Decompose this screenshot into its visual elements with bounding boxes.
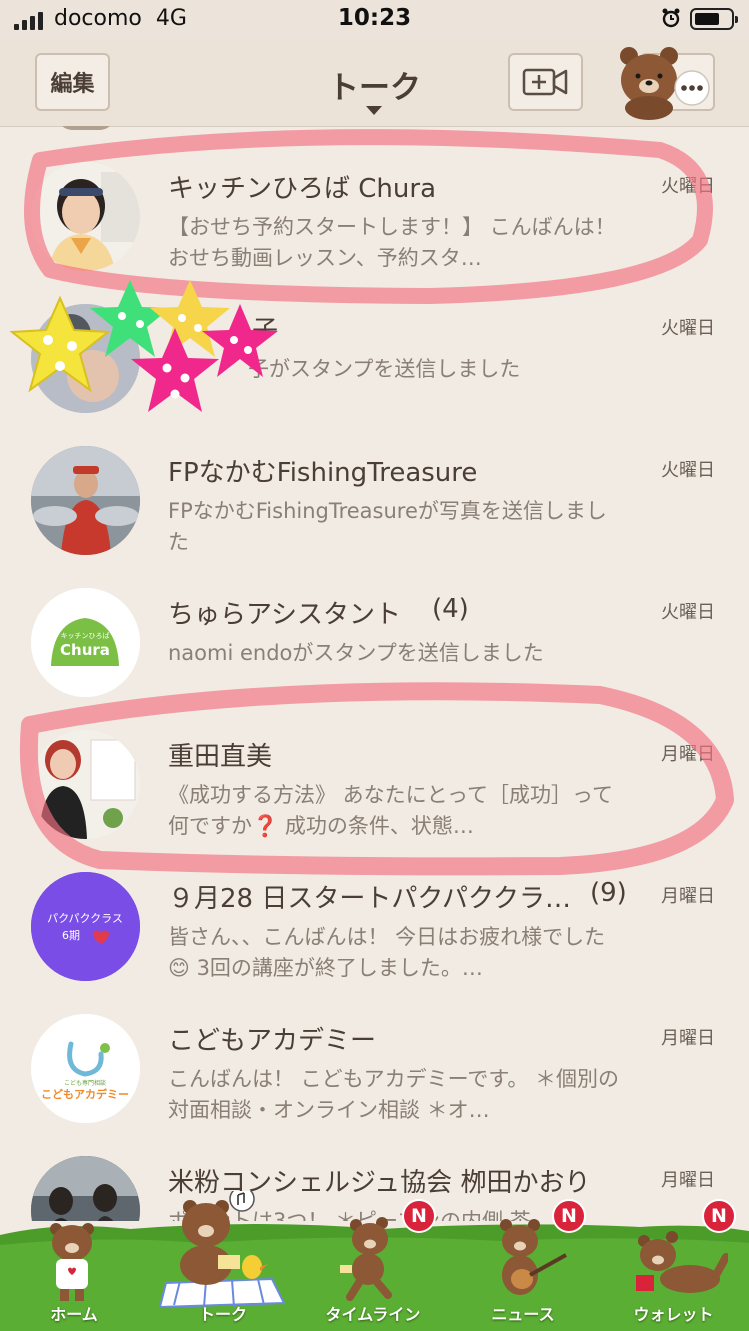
person-photo-icon bbox=[31, 446, 140, 555]
battery-icon bbox=[690, 8, 738, 30]
chura-logo-subtext: キッチンひろば bbox=[61, 631, 110, 640]
academy-logo-icon: こども専門相談 こどもアカデミー bbox=[31, 1014, 140, 1123]
chat-name: こどもアカデミー bbox=[168, 1026, 377, 1056]
group-logo-text: パクパククラス bbox=[47, 912, 123, 925]
chat-name: 重田直美 bbox=[168, 742, 273, 772]
tab-timeline[interactable]: N タイムライン bbox=[298, 1199, 448, 1331]
chat-preview: こんばんは！ こどもアカデミーです。 ＊個別の対面相談・オンライン相談 ＊オ… bbox=[168, 1067, 619, 1122]
bear-running-icon bbox=[340, 1217, 392, 1301]
new-video-call-button[interactable] bbox=[508, 53, 583, 111]
bear-home-icon bbox=[50, 1223, 94, 1301]
chat-name: ちゅらアシスタント bbox=[168, 600, 401, 630]
chat-preview: 子がスタンプを送信しました bbox=[248, 357, 521, 381]
chat-name: FPなかむFishingTreasure bbox=[168, 458, 478, 488]
chat-list[interactable]: キッチンひろば Chura 火曜日 【おせち予約スタートします！】 こんばんは！… bbox=[0, 126, 749, 1221]
person-photo-icon bbox=[31, 304, 140, 413]
chat-avatar: パクパククラス 6期 bbox=[31, 872, 140, 981]
chat-row[interactable]: 子 火曜日 子がスタンプを送信しました bbox=[0, 282, 749, 424]
network-type: 4G bbox=[155, 6, 187, 31]
bear-picnic-icon bbox=[160, 1191, 286, 1307]
chat-name: 子 bbox=[252, 316, 279, 346]
chat-row[interactable]: こども専門相談 こどもアカデミー こどもアカデミー 月曜日 こんばんは！ こども… bbox=[0, 992, 749, 1134]
title-dropdown-icon[interactable] bbox=[366, 106, 382, 115]
chat-date: 月曜日 bbox=[661, 1170, 715, 1191]
chat-row[interactable]: パクパククラス 6期 ９月28 日スタートパクパククラ… (9) 月曜日 皆さん… bbox=[0, 850, 749, 992]
unread-count: (4) bbox=[432, 594, 469, 624]
chat-date: 火曜日 bbox=[661, 176, 715, 197]
chat-name: ９月28 日スタートパクパククラ… bbox=[168, 884, 572, 914]
chat-preview: 【おせち予約スタートします！】 こんばんは！ おせち動画レッスン、予約スタ… bbox=[168, 215, 616, 270]
chat-avatar bbox=[31, 446, 140, 555]
chat-preview: 《成功する方法》 あなたにとって［成功］って何ですか❓ 成功の条件、状態… bbox=[168, 783, 613, 838]
chat-name: キッチンひろば Chura bbox=[168, 174, 436, 204]
person-photo-icon bbox=[31, 1156, 140, 1221]
brown-bear-icon bbox=[620, 47, 710, 120]
chat-date: 火曜日 bbox=[661, 602, 715, 623]
chat-avatar bbox=[31, 730, 140, 839]
chat-date: 火曜日 bbox=[661, 460, 715, 481]
tab-home[interactable]: ホーム bbox=[0, 1221, 148, 1331]
chura-logo-text: Chura bbox=[60, 641, 110, 659]
group-logo-subtext: 6期 bbox=[62, 929, 80, 942]
tab-bar: ホーム トーク N タイムライン N ニュース N ウォレット bbox=[0, 1191, 749, 1331]
group-logo-icon: パクパククラス 6期 bbox=[31, 872, 140, 981]
chat-row[interactable]: FPなかむFishingTreasure 火曜日 FPなかむFishingTre… bbox=[0, 424, 749, 566]
tab-news[interactable]: N ニュース bbox=[448, 1199, 598, 1331]
chat-avatar bbox=[31, 304, 140, 413]
tab-label: トーク bbox=[198, 1305, 247, 1324]
academy-logo-text: こどもアカデミー bbox=[41, 1087, 129, 1101]
carrier-label: docomo 4G bbox=[54, 6, 187, 31]
chat-date: 火曜日 bbox=[661, 318, 715, 339]
chat-avatar bbox=[31, 1156, 140, 1221]
unread-count: (9) bbox=[590, 878, 627, 908]
chat-date: 月曜日 bbox=[661, 886, 715, 907]
bear-lying-icon bbox=[636, 1231, 728, 1293]
status-bar: docomo 4G 10:23 bbox=[0, 0, 749, 40]
chat-avatar: Chura キッチンひろば bbox=[31, 588, 140, 697]
tab-label: ニュース bbox=[491, 1305, 555, 1324]
tab-label: ウォレット bbox=[633, 1305, 714, 1324]
previous-chat-avatar-edge bbox=[58, 126, 114, 130]
chat-preview: naomi endoがスタンプを送信しました bbox=[168, 641, 544, 665]
person-photo-icon bbox=[31, 162, 140, 271]
video-plus-icon bbox=[522, 68, 568, 96]
chat-preview: 皆さん、、こんばんは！ 今日はお疲れ様でした😊 3回の講座が終了しました。… bbox=[168, 925, 606, 980]
edit-button[interactable]: 編集 bbox=[35, 53, 110, 111]
new-badge: N bbox=[402, 1199, 436, 1233]
academy-logo-subtext: こども専門相談 bbox=[64, 1079, 106, 1087]
alarm-icon bbox=[662, 8, 680, 28]
new-badge: N bbox=[702, 1199, 736, 1233]
carrier-name: docomo bbox=[54, 6, 142, 31]
tab-label: ホーム bbox=[50, 1305, 98, 1324]
chat-row[interactable]: 米粉コンシェルジュ協会 栁田かおり 月曜日 ポイントは3つ！ ＊ピーマンの内側 … bbox=[0, 1134, 749, 1221]
tab-label: タイムライン bbox=[325, 1305, 421, 1324]
tab-wallet[interactable]: N ウォレット bbox=[598, 1199, 749, 1331]
chat-preview: FPなかむFishingTreasureが写真を送信しました bbox=[168, 499, 607, 554]
chat-avatar bbox=[31, 162, 140, 271]
signal-strength-icon bbox=[14, 12, 43, 30]
header: 編集 トーク bbox=[0, 40, 749, 127]
chat-avatar: こども専門相談 こどもアカデミー bbox=[31, 1014, 140, 1123]
chat-date: 月曜日 bbox=[661, 744, 715, 765]
person-photo-icon bbox=[31, 730, 140, 839]
chura-logo-icon: Chura キッチンひろば bbox=[31, 588, 140, 697]
chat-row[interactable]: Chura キッチンひろば ちゅらアシスタント (4) 火曜日 naomi en… bbox=[0, 566, 749, 708]
chat-row[interactable]: 重田直美 月曜日 《成功する方法》 あなたにとって［成功］って何ですか❓ 成功の… bbox=[0, 708, 749, 850]
new-badge: N bbox=[552, 1199, 586, 1233]
chat-date: 月曜日 bbox=[661, 1028, 715, 1049]
chat-row[interactable]: キッチンひろば Chura 火曜日 【おせち予約スタートします！】 こんばんは！… bbox=[0, 140, 749, 282]
tab-talk[interactable]: トーク bbox=[148, 1191, 298, 1331]
